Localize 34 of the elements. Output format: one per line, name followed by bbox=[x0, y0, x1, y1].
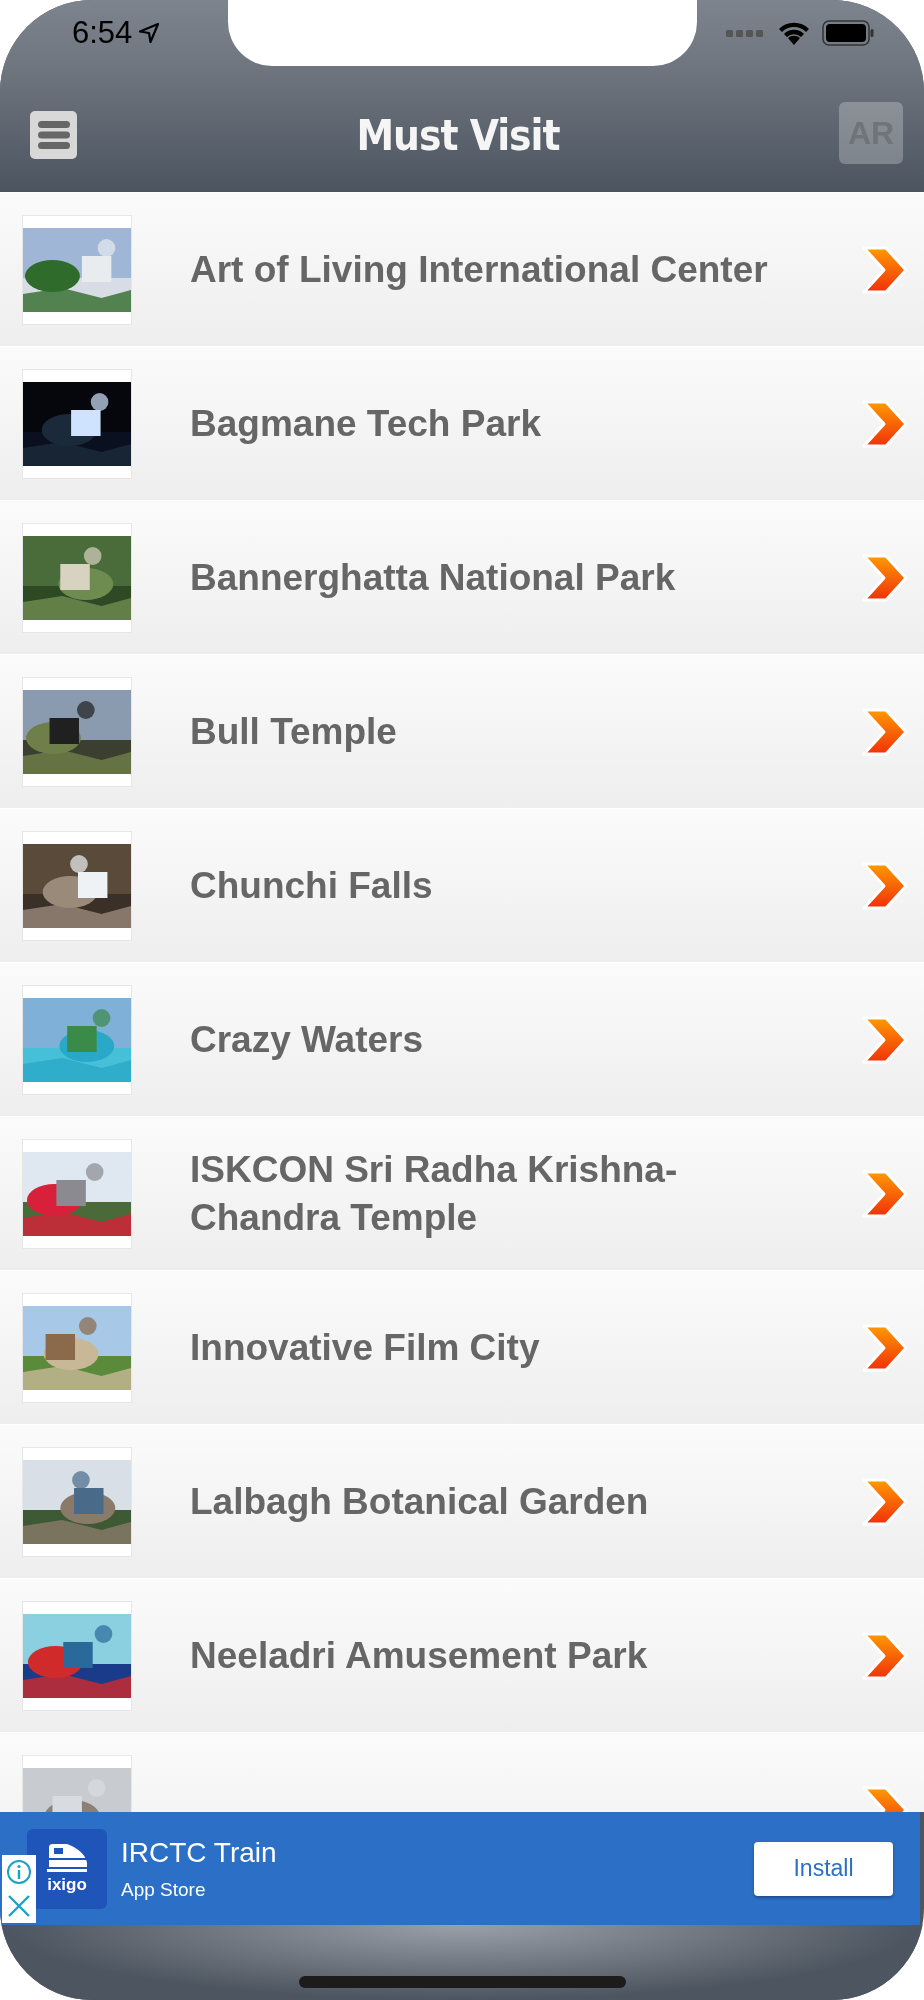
train-icon bbox=[45, 1842, 89, 1873]
app-logo-text: ixigo bbox=[47, 1874, 87, 1895]
info-icon[interactable] bbox=[6, 1859, 32, 1885]
place-name: Crazy Waters bbox=[190, 1017, 425, 1062]
list-row[interactable]: Bannerghatta National Park bbox=[0, 500, 924, 654]
place-name: Bull Temple bbox=[190, 709, 398, 754]
list-row[interactable]: Art of Living International Center bbox=[0, 192, 924, 346]
screen-title: Must Visit bbox=[356, 110, 560, 160]
location-arrow-icon bbox=[138, 22, 161, 44]
ad-subtitle: App Store bbox=[121, 1878, 207, 1901]
place-name: Neeladri Amusement Park bbox=[190, 1633, 649, 1678]
install-button[interactable]: Install bbox=[754, 1841, 893, 1896]
list-row[interactable]: Innovative Film City bbox=[0, 1270, 924, 1424]
wifi-icon bbox=[778, 21, 810, 45]
status-time: 6:54 bbox=[72, 15, 133, 51]
place-name: ISKCON Sri Radha Krishna-Chandra Temple bbox=[190, 1147, 679, 1240]
battery-icon bbox=[822, 20, 874, 46]
place-name: Art of Living International Center bbox=[190, 247, 769, 292]
list-row[interactable]: Lalbagh Botanical Garden bbox=[0, 1424, 924, 1578]
ad-title: IRCTC Train bbox=[121, 1836, 278, 1869]
place-name: Bagmane Tech Park bbox=[190, 401, 542, 446]
list-row[interactable]: ISKCON Sri Radha Krishna-Chandra Temple bbox=[0, 1116, 924, 1270]
place-name: Lalbagh Botanical Garden bbox=[190, 1479, 650, 1524]
menu-button[interactable] bbox=[30, 111, 77, 159]
place-name: Chunchi Falls bbox=[190, 863, 434, 908]
list-row[interactable]: Bagmane Tech Park bbox=[0, 346, 924, 500]
list-row[interactable]: Chunchi Falls bbox=[0, 808, 924, 962]
list-row[interactable]: Neeladri Amusement Park bbox=[0, 1578, 924, 1732]
close-icon[interactable] bbox=[6, 1893, 32, 1919]
list-row[interactable]: Crazy Waters bbox=[0, 962, 924, 1116]
place-name: Bannerghatta National Park bbox=[190, 555, 677, 600]
place-name: Innovative Film City bbox=[190, 1325, 541, 1370]
list-row[interactable]: Bull Temple bbox=[0, 654, 924, 808]
signal-icon bbox=[726, 28, 766, 38]
